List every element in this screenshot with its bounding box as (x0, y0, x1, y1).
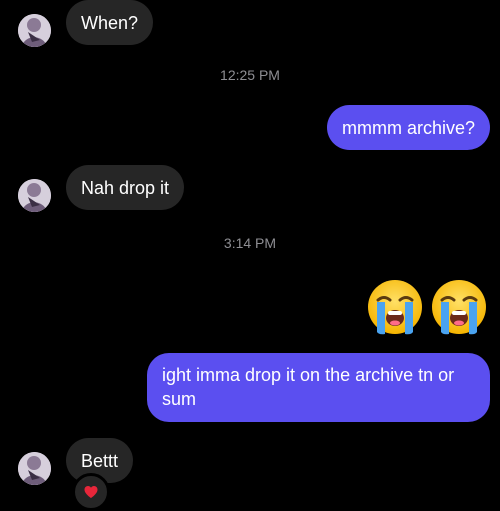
outgoing-message[interactable]: ight imma drop it on the archive tn or s… (147, 353, 490, 422)
timestamp: 3:14 PM (223, 235, 277, 251)
outgoing-emoji-message[interactable] (366, 278, 488, 336)
incoming-message[interactable]: Nah drop it (66, 165, 185, 210)
loudly-crying-face-icon (432, 280, 486, 335)
contact-avatar[interactable] (18, 179, 51, 212)
contact-avatar[interactable] (18, 452, 51, 485)
message-text: ight imma drop it on the archive tn or s… (162, 365, 455, 409)
message-reaction[interactable] (72, 473, 110, 511)
chat-thread: When? 12:25 PM mmmm archive? Nah drop it… (0, 0, 500, 511)
contact-avatar[interactable] (18, 14, 51, 47)
message-text: mmmm archive? (341, 117, 475, 138)
timestamp: 12:25 PM (220, 67, 280, 83)
avatar-image (18, 452, 51, 485)
red-heart-icon (84, 486, 98, 498)
message-text: Nah drop it (81, 177, 170, 198)
message-text: When? (81, 12, 139, 33)
loudly-crying-face-icon (368, 280, 422, 335)
incoming-message[interactable]: When? (66, 0, 154, 45)
outgoing-message[interactable]: mmmm archive? (326, 105, 490, 150)
avatar-image (18, 14, 51, 47)
avatar-image (18, 179, 51, 212)
message-text: Bettt (81, 450, 119, 471)
